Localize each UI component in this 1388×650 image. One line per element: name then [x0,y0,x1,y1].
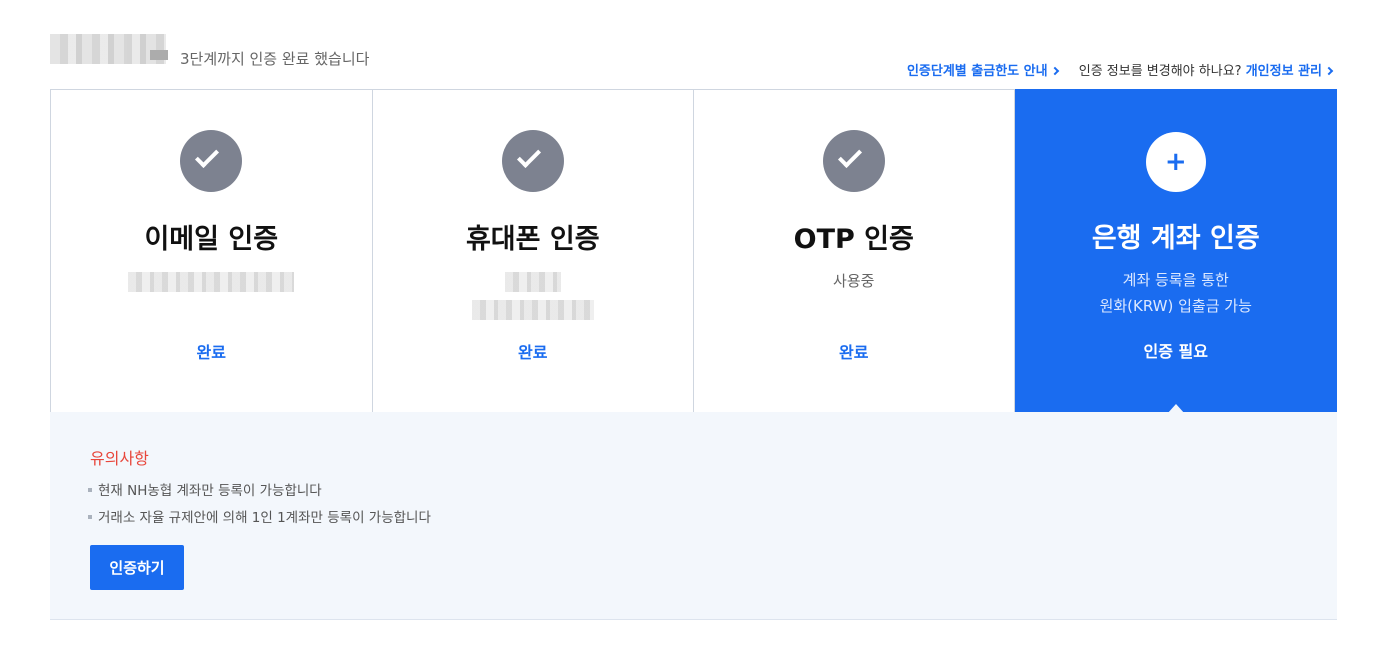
status-label: 완료 [196,343,226,362]
verification-summary: 3단계까지 인증 완료 했습니다 [180,50,370,68]
notice-item: 현재 NH농협 계좌만 등록이 가능합니다 [88,478,431,505]
card-title: 휴대폰 인증 [465,224,600,255]
status-label: 완료 [518,343,548,362]
change-info-prompt: 인증 정보를 변경해야 하나요? [1078,64,1242,79]
chevron-right-icon [1324,66,1334,76]
description-line: 계좌 등록을 통한 [1122,271,1229,289]
card-title: 은행 계좌 인증 [1091,223,1260,254]
masked-phone [373,268,694,320]
withdrawal-limit-link[interactable]: 인증단계별 출금한도 안내 [907,64,1048,79]
check-icon [180,130,243,192]
bullet-icon [88,488,92,492]
card-title: 이메일 인증 [144,224,279,255]
status-label: 인증 필요 [1143,342,1208,361]
card-phone: 휴대폰 인증 완료 [371,89,694,413]
privacy-management-link[interactable]: 개인정보 관리 [1246,64,1322,79]
status-label: 완료 [839,343,869,362]
card-bank-account[interactable]: + 은행 계좌 인증 계좌 등록을 통한 원화(KRW) 입출금 가능 인증 필… [1014,89,1338,414]
notice-list: 현재 NH농협 계좌만 등록이 가능합니다 거래소 자율 규제안에 의해 1인 … [88,478,431,532]
card-description: 사용중 [833,272,875,290]
verify-button[interactable]: 인증하기 [90,545,184,590]
notice-item: 거래소 자율 규제안에 의해 1인 1계좌만 등록이 가능합니다 [88,505,431,532]
chevron-right-icon [1050,66,1059,76]
masked-username [50,34,168,64]
verification-header: 3단계까지 인증 완료 했습니다 인증단계별 출금한도 안내 인증 정보를 변경… [50,30,1337,80]
card-email: 이메일 인증 완료 [50,89,372,413]
notice-panel: 유의사항 현재 NH농협 계좌만 등록이 가능합니다 거래소 자율 규제안에 의… [50,412,1337,620]
card-title: OTP 인증 [793,224,914,255]
card-otp: OTP 인증 사용중 완료 [693,89,1015,413]
bullet-icon [88,515,92,519]
card-description: 계좌 등록을 통한 원화(KRW) 입출금 가능 [1015,267,1338,319]
plus-icon: + [1145,132,1206,192]
check-icon [822,130,885,192]
description-line: 원화(KRW) 입출금 가능 [1099,297,1252,315]
check-icon [501,130,564,192]
header-links: 인증단계별 출금한도 안내 인증 정보를 변경해야 하나요? 개인정보 관리 [907,60,1335,79]
masked-email [51,268,372,292]
notice-title: 유의사항 [90,449,149,468]
verification-steps: 이메일 인증 완료 휴대폰 인증 완료 OTP 인증 사용중 완료 + 은행 계… [50,89,1338,414]
